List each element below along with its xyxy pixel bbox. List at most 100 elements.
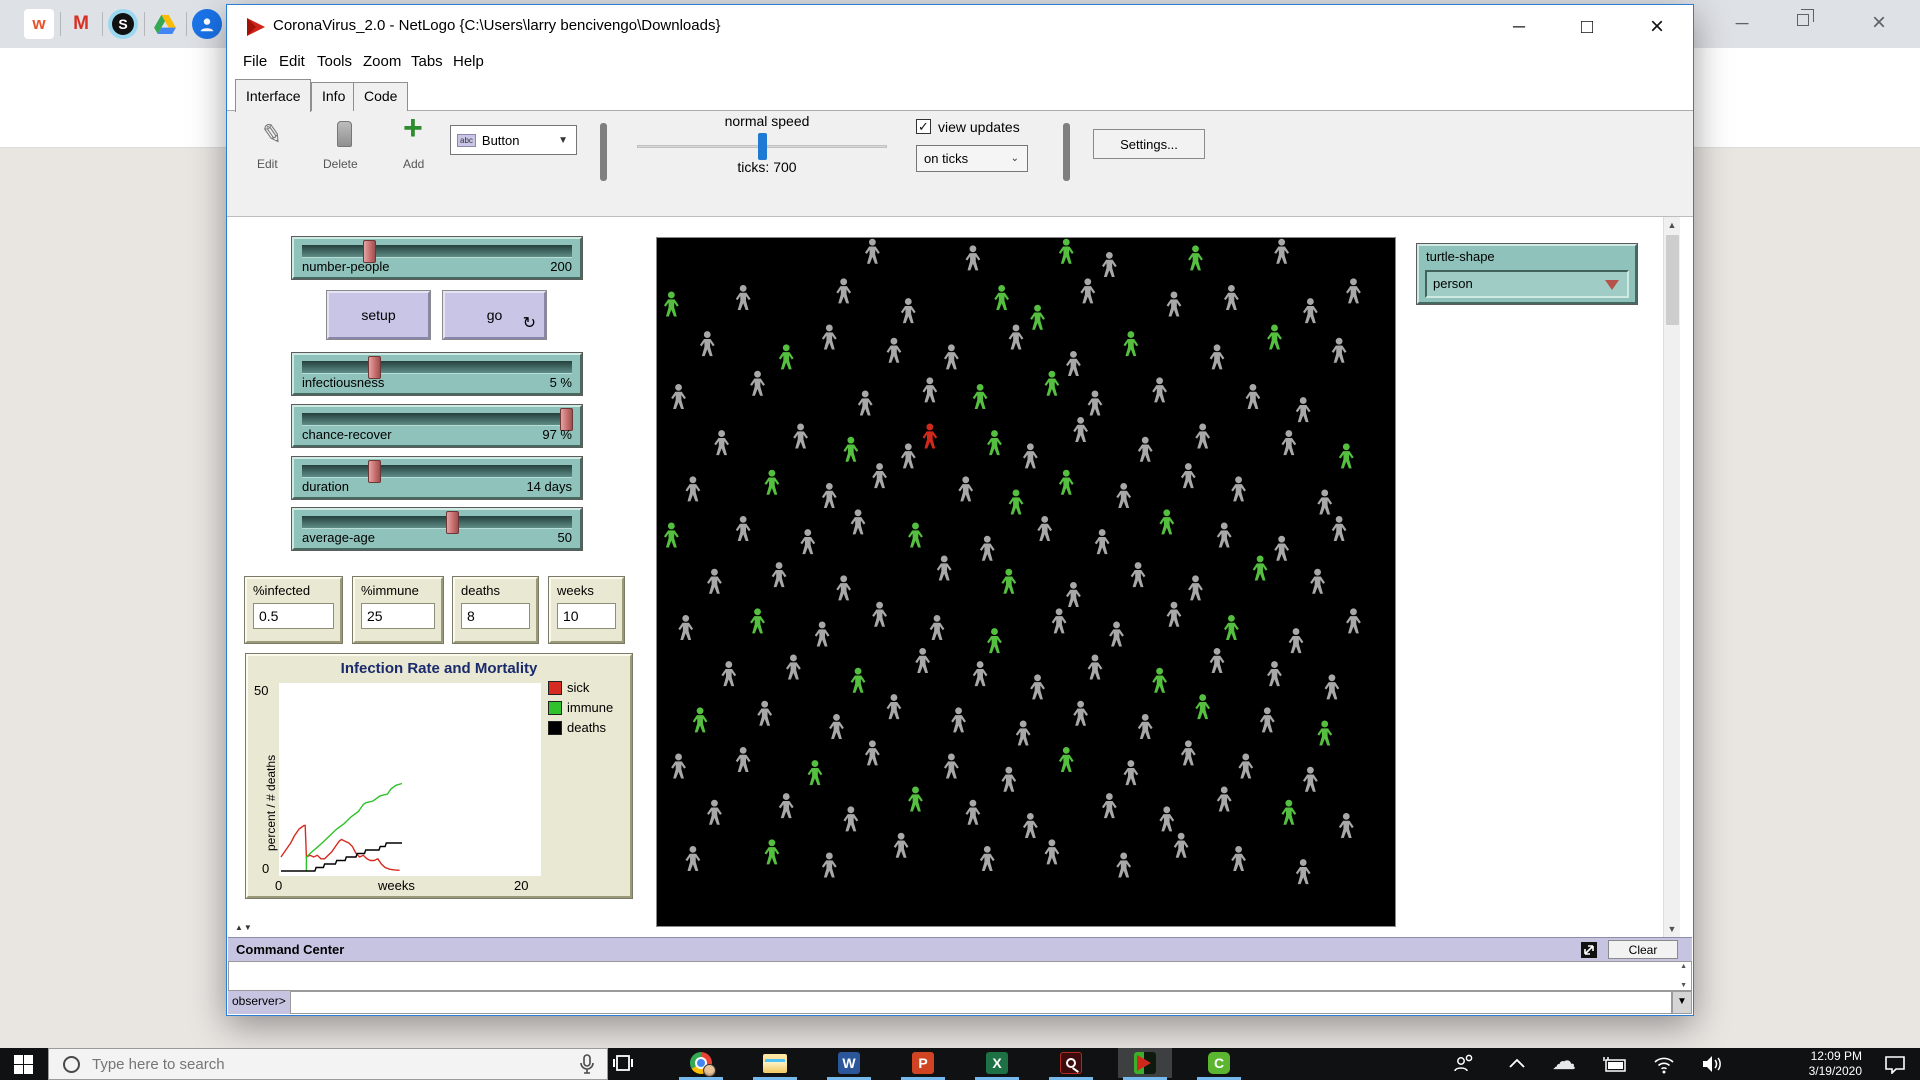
tray-people-icon[interactable]: [1452, 1054, 1476, 1074]
person-agent: [1080, 278, 1095, 303]
speed-slider-thumb[interactable]: [758, 133, 767, 160]
edit-pencil-icon[interactable]: ✎: [258, 117, 285, 151]
taskbar-search[interactable]: [48, 1048, 608, 1080]
tray-battery-icon[interactable]: [1602, 1056, 1628, 1072]
vertical-scrollbar[interactable]: ▲ ▼: [1663, 217, 1680, 937]
legend-deaths: deaths: [548, 720, 606, 735]
chevron-down-icon: ▼: [558, 135, 568, 146]
slider-number-people[interactable]: number-people200: [292, 237, 582, 279]
mini-scroll-down-icon[interactable]: ▼: [1680, 982, 1687, 989]
menu-zoom[interactable]: Zoom: [363, 53, 401, 70]
go-button[interactable]: go ↻: [443, 291, 546, 339]
person-agent: [664, 292, 679, 317]
menu-help[interactable]: Help: [453, 53, 484, 70]
turtle-shape-dropdown[interactable]: person: [1425, 270, 1629, 298]
delete-eraser-icon[interactable]: [337, 121, 352, 147]
google-drive-tab-icon[interactable]: [150, 9, 180, 39]
search-input[interactable]: [92, 1056, 512, 1073]
person-agent: [1325, 674, 1340, 699]
command-history-dropdown[interactable]: ▼: [1672, 991, 1692, 1014]
update-mode-dropdown[interactable]: on ticks ⌄: [916, 145, 1028, 172]
tab-info[interactable]: Info: [311, 82, 356, 111]
settings-button[interactable]: Settings...: [1093, 129, 1205, 159]
observer-prompt: observer>: [228, 991, 290, 1014]
person-agent: [1274, 536, 1289, 561]
person-agent: [987, 628, 1002, 653]
person-agent: [1195, 424, 1210, 449]
edit-label[interactable]: Edit: [257, 157, 278, 171]
clear-button[interactable]: Clear: [1608, 940, 1678, 959]
world-view[interactable]: [656, 237, 1396, 927]
command-input[interactable]: [290, 991, 1672, 1014]
add-label[interactable]: Add: [403, 157, 424, 171]
person-agent: [944, 344, 959, 369]
legend-sick: sick: [548, 680, 589, 695]
taskbar-excel-icon[interactable]: X: [974, 1048, 1020, 1078]
taskbar-file-explorer-icon[interactable]: [752, 1048, 798, 1078]
person-agent: [1044, 839, 1059, 864]
command-center-splitter[interactable]: ▲▼: [235, 923, 253, 932]
cortana-icon: [63, 1056, 80, 1073]
toolbar-divider: [600, 123, 607, 181]
start-button[interactable]: [14, 1055, 33, 1074]
browser-restore-button[interactable]: [1797, 14, 1809, 26]
slider-average-age[interactable]: average-age50: [292, 508, 582, 550]
microphone-icon[interactable]: [579, 1054, 595, 1074]
mini-scroll-up-icon[interactable]: ▲: [1680, 963, 1687, 970]
person-agent: [872, 463, 887, 488]
person-agent: [922, 424, 937, 449]
weebly-tab-icon[interactable]: w: [24, 9, 54, 39]
taskbar-chrome-icon[interactable]: [678, 1048, 724, 1078]
slider-chance-recover[interactable]: chance-recover97 %: [292, 405, 582, 447]
person-agent: [1001, 767, 1016, 792]
scroll-down-icon[interactable]: ▼: [1664, 924, 1680, 934]
tab-code[interactable]: Code: [353, 82, 408, 111]
taskbar-camtasia-icon[interactable]: C: [1196, 1048, 1242, 1078]
netlogo-close-button[interactable]: ×: [1635, 11, 1679, 43]
turtle-shape-chooser[interactable]: turtle-shape person: [1417, 244, 1637, 304]
menu-tabs[interactable]: Tabs: [411, 53, 443, 70]
setup-button[interactable]: setup: [327, 291, 430, 339]
netlogo-maximize-button[interactable]: □: [1565, 11, 1609, 43]
menu-edit[interactable]: Edit: [279, 53, 305, 70]
scrollbar-thumb[interactable]: [1666, 235, 1679, 325]
person-agent: [1253, 556, 1268, 581]
gmail-tab-icon[interactable]: M: [66, 9, 96, 39]
account-tab-icon[interactable]: [192, 9, 222, 39]
command-center-output[interactable]: ▲ ▼: [228, 961, 1692, 991]
browser-close-button[interactable]: ×: [1862, 6, 1896, 40]
expand-icon[interactable]: [1580, 941, 1598, 959]
browser-minimize-button[interactable]: ─: [1725, 6, 1759, 40]
person-agent: [858, 391, 873, 416]
netlogo-minimize-button[interactable]: ─: [1497, 11, 1541, 43]
person-agent: [1246, 384, 1261, 409]
taskbar-acrobat-icon[interactable]: [1048, 1048, 1094, 1078]
action-center-icon[interactable]: [1884, 1055, 1906, 1074]
delete-label[interactable]: Delete: [323, 157, 358, 171]
tray-wifi-icon[interactable]: [1652, 1054, 1676, 1074]
skype-tab-icon[interactable]: S: [108, 9, 138, 39]
tray-volume-icon[interactable]: [1700, 1054, 1724, 1074]
scroll-up-icon[interactable]: ▲: [1664, 220, 1680, 230]
slider-infectiousness[interactable]: infectiousness5 %: [292, 353, 582, 395]
person-agent: [1059, 747, 1074, 772]
taskbar-netlogo-icon[interactable]: [1122, 1048, 1168, 1078]
taskbar-powerpoint-icon[interactable]: P: [900, 1048, 946, 1078]
tab-interface[interactable]: Interface: [235, 79, 311, 112]
netlogo-tab-row: Interface Info Code: [227, 77, 1693, 111]
widget-type-dropdown[interactable]: abc Button ▼: [450, 125, 577, 155]
tray-onedrive-icon[interactable]: ☁: [1552, 1047, 1576, 1076]
add-plus-icon[interactable]: +: [403, 109, 423, 148]
view-updates-checkbox[interactable]: ✓: [916, 119, 931, 134]
tray-chevron-up-icon[interactable]: [1508, 1057, 1526, 1069]
menu-file[interactable]: File: [243, 53, 267, 70]
person-agent: [736, 516, 751, 541]
menu-tools[interactable]: Tools: [317, 53, 352, 70]
taskbar-word-icon[interactable]: W: [826, 1048, 872, 1078]
slider-duration[interactable]: duration14 days: [292, 457, 582, 499]
person-agent: [800, 529, 815, 554]
person-agent: [1310, 569, 1325, 594]
task-view-button[interactable]: [600, 1048, 646, 1078]
clock[interactable]: 12:09 PM 3/19/2020: [1752, 1049, 1862, 1079]
x-tick-0: 0: [275, 878, 282, 893]
